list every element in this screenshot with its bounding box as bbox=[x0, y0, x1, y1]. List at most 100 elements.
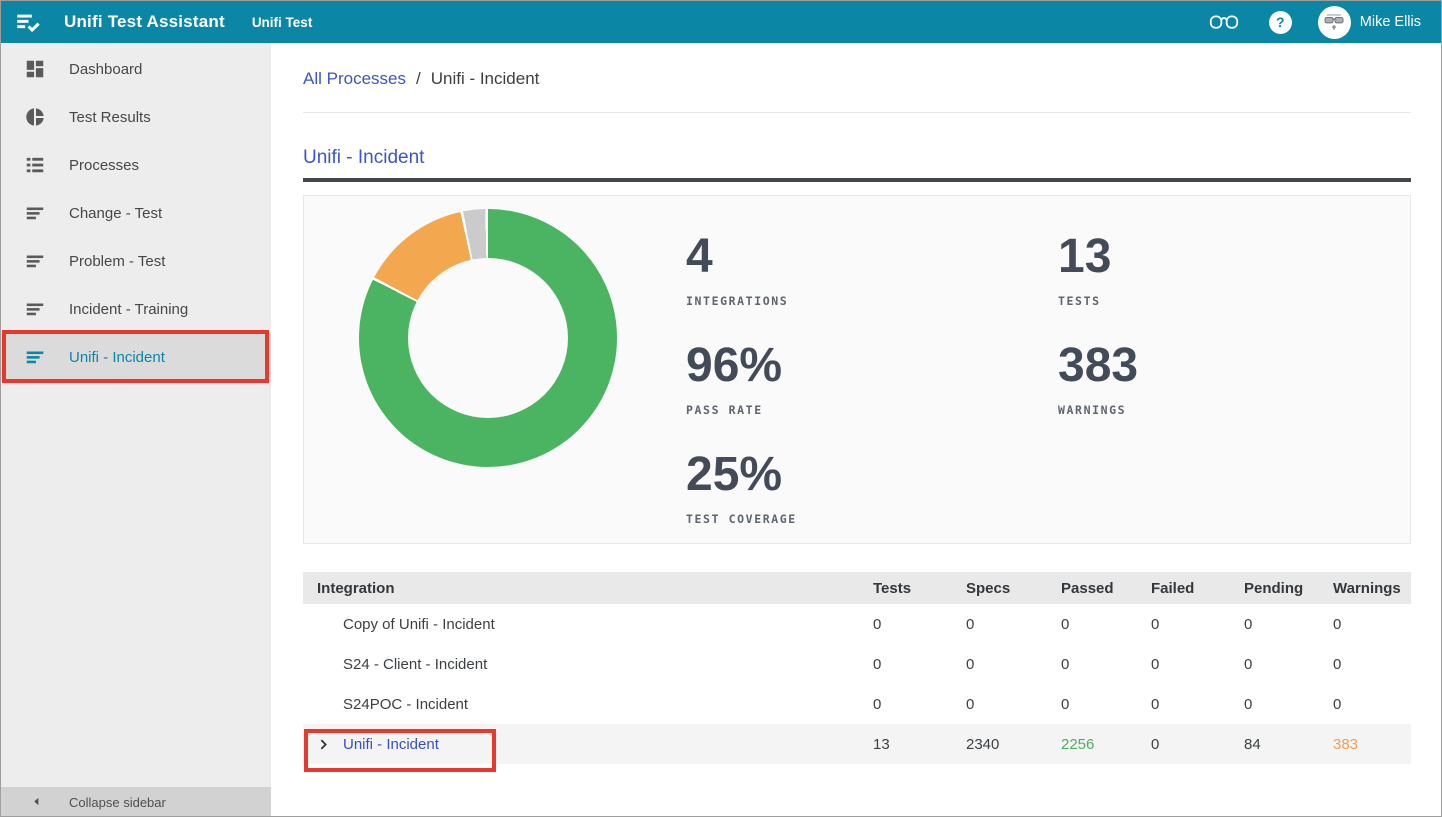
stat-value: 96% bbox=[686, 341, 797, 391]
user-name: Mike Ellis bbox=[1360, 14, 1421, 30]
column-header-integration: Integration bbox=[303, 580, 873, 597]
cell-failed: 0 bbox=[1151, 736, 1244, 753]
integration-name: S24 - Client - Incident bbox=[303, 656, 873, 673]
main-content: All Processes / Unifi - Incident Unifi -… bbox=[271, 43, 1441, 817]
integration-name: S24POC - Incident bbox=[303, 696, 873, 713]
cell-passed: 2256 bbox=[1061, 736, 1151, 753]
stat-label: WARNINGS bbox=[1058, 403, 1138, 417]
sidebar-item-label: Processes bbox=[69, 157, 139, 174]
cell-pending: 0 bbox=[1244, 696, 1333, 713]
sidebar-item-change-test[interactable]: Change - Test bbox=[1, 189, 271, 237]
process-lines-icon bbox=[24, 346, 46, 368]
process-lines-icon bbox=[24, 250, 46, 272]
sidebar-item-label: Dashboard bbox=[69, 61, 142, 78]
cell-pending: 84 bbox=[1244, 736, 1333, 753]
help-icon[interactable]: ? bbox=[1269, 11, 1292, 34]
collapse-sidebar-button[interactable]: Collapse sidebar bbox=[1, 787, 271, 817]
column-header-failed: Failed bbox=[1151, 580, 1244, 597]
breadcrumb: All Processes / Unifi - Incident bbox=[303, 69, 1411, 89]
sidebar-item-incident-training[interactable]: Incident - Training bbox=[1, 285, 271, 333]
table-row[interactable]: S24POC - Incident 0 0 0 0 0 0 bbox=[303, 684, 1411, 724]
title-underline bbox=[303, 178, 1411, 182]
integrations-table: Integration Tests Specs Passed Failed Pe… bbox=[303, 572, 1411, 764]
sidebar-item-test-results[interactable]: Test Results bbox=[1, 93, 271, 141]
sidebar-item-label: Problem - Test bbox=[69, 253, 165, 270]
process-lines-icon bbox=[24, 298, 46, 320]
sidebar-item-label: Unifi - Incident bbox=[69, 349, 165, 366]
cell-tests: 0 bbox=[873, 656, 966, 673]
column-header-warnings: Warnings bbox=[1333, 580, 1411, 597]
integration-name-cell: Unifi - Incident bbox=[303, 736, 873, 753]
column-header-specs: Specs bbox=[966, 580, 1061, 597]
avatar[interactable] bbox=[1318, 6, 1351, 39]
collapse-label: Collapse sidebar bbox=[69, 795, 166, 810]
breadcrumb-separator: / bbox=[416, 69, 421, 89]
sidebar-item-problem-test[interactable]: Problem - Test bbox=[1, 237, 271, 285]
integration-link[interactable]: Unifi - Incident bbox=[343, 736, 439, 753]
summary-panel: 4 INTEGRATIONS 96% PASS RATE 25% TEST CO… bbox=[303, 195, 1411, 544]
sidebar-nav: Dashboard Test Results bbox=[1, 43, 271, 381]
app-title: Unifi Test Assistant bbox=[64, 12, 225, 32]
stat-value: 4 bbox=[686, 232, 797, 282]
breadcrumb-divider bbox=[303, 112, 1411, 113]
page-title: Unifi - Incident bbox=[303, 147, 1411, 169]
table-row[interactable]: Copy of Unifi - Incident 0 0 0 0 0 0 bbox=[303, 604, 1411, 644]
integration-name: Copy of Unifi - Incident bbox=[303, 616, 873, 633]
cell-warnings: 0 bbox=[1333, 696, 1411, 713]
stat-value: 383 bbox=[1058, 341, 1138, 391]
dashboard-icon bbox=[24, 58, 46, 80]
stat-integrations: 4 INTEGRATIONS bbox=[686, 232, 797, 308]
stat-label: PASS RATE bbox=[686, 403, 797, 417]
cell-tests: 0 bbox=[873, 616, 966, 633]
top-bar: Unifi Test Assistant Unifi Test ? bbox=[1, 1, 1441, 43]
sidebar: Dashboard Test Results bbox=[1, 43, 271, 817]
donut-chart bbox=[359, 209, 617, 467]
stats-column-right: 13 TESTS 383 WARNINGS bbox=[1058, 232, 1138, 450]
process-lines-icon bbox=[24, 202, 46, 224]
stat-warnings: 383 WARNINGS bbox=[1058, 341, 1138, 417]
column-header-tests: Tests bbox=[873, 580, 966, 597]
stat-label: INTEGRATIONS bbox=[686, 294, 797, 308]
breadcrumb-all-processes-link[interactable]: All Processes bbox=[303, 69, 406, 89]
cell-failed: 0 bbox=[1151, 616, 1244, 633]
cell-specs: 0 bbox=[966, 696, 1061, 713]
app-subtitle: Unifi Test bbox=[252, 15, 313, 30]
sidebar-item-label: Test Results bbox=[69, 109, 151, 126]
glasses-icon[interactable] bbox=[1209, 12, 1239, 33]
sidebar-item-label: Incident - Training bbox=[69, 301, 188, 318]
cell-passed: 0 bbox=[1061, 616, 1151, 633]
cell-pending: 0 bbox=[1244, 616, 1333, 633]
collapse-arrow-icon bbox=[31, 795, 42, 810]
cell-tests: 13 bbox=[873, 736, 966, 753]
cell-specs: 0 bbox=[966, 616, 1061, 633]
breadcrumb-current: Unifi - Incident bbox=[431, 69, 540, 89]
pie-chart-icon bbox=[24, 106, 46, 128]
table-header-row: Integration Tests Specs Passed Failed Pe… bbox=[303, 572, 1411, 604]
cell-pending: 0 bbox=[1244, 656, 1333, 673]
column-header-passed: Passed bbox=[1061, 580, 1151, 597]
stat-label: TEST COVERAGE bbox=[686, 512, 797, 526]
column-header-pending: Pending bbox=[1244, 580, 1333, 597]
table-row-unifi-incident[interactable]: Unifi - Incident 13 2340 2256 0 84 383 bbox=[303, 724, 1411, 764]
stat-value: 13 bbox=[1058, 232, 1138, 282]
cell-warnings: 383 bbox=[1333, 736, 1411, 753]
stat-test-coverage: 25% TEST COVERAGE bbox=[686, 450, 797, 526]
cell-passed: 0 bbox=[1061, 696, 1151, 713]
expand-chevron-icon[interactable] bbox=[317, 738, 330, 751]
cell-failed: 0 bbox=[1151, 656, 1244, 673]
cell-specs: 2340 bbox=[966, 736, 1061, 753]
cell-warnings: 0 bbox=[1333, 656, 1411, 673]
stat-pass-rate: 96% PASS RATE bbox=[686, 341, 797, 417]
sidebar-item-unifi-incident[interactable]: Unifi - Incident bbox=[1, 333, 271, 381]
table-row[interactable]: S24 - Client - Incident 0 0 0 0 0 0 bbox=[303, 644, 1411, 684]
sidebar-item-processes[interactable]: Processes bbox=[1, 141, 271, 189]
cell-passed: 0 bbox=[1061, 656, 1151, 673]
menu-checklist-icon[interactable] bbox=[15, 9, 42, 36]
stats-column-left: 4 INTEGRATIONS 96% PASS RATE 25% TEST CO… bbox=[686, 232, 797, 559]
cell-warnings: 0 bbox=[1333, 616, 1411, 633]
cell-specs: 0 bbox=[966, 656, 1061, 673]
stat-tests: 13 TESTS bbox=[1058, 232, 1138, 308]
sidebar-item-dashboard[interactable]: Dashboard bbox=[1, 45, 271, 93]
stat-label: TESTS bbox=[1058, 294, 1138, 308]
stat-value: 25% bbox=[686, 450, 797, 500]
